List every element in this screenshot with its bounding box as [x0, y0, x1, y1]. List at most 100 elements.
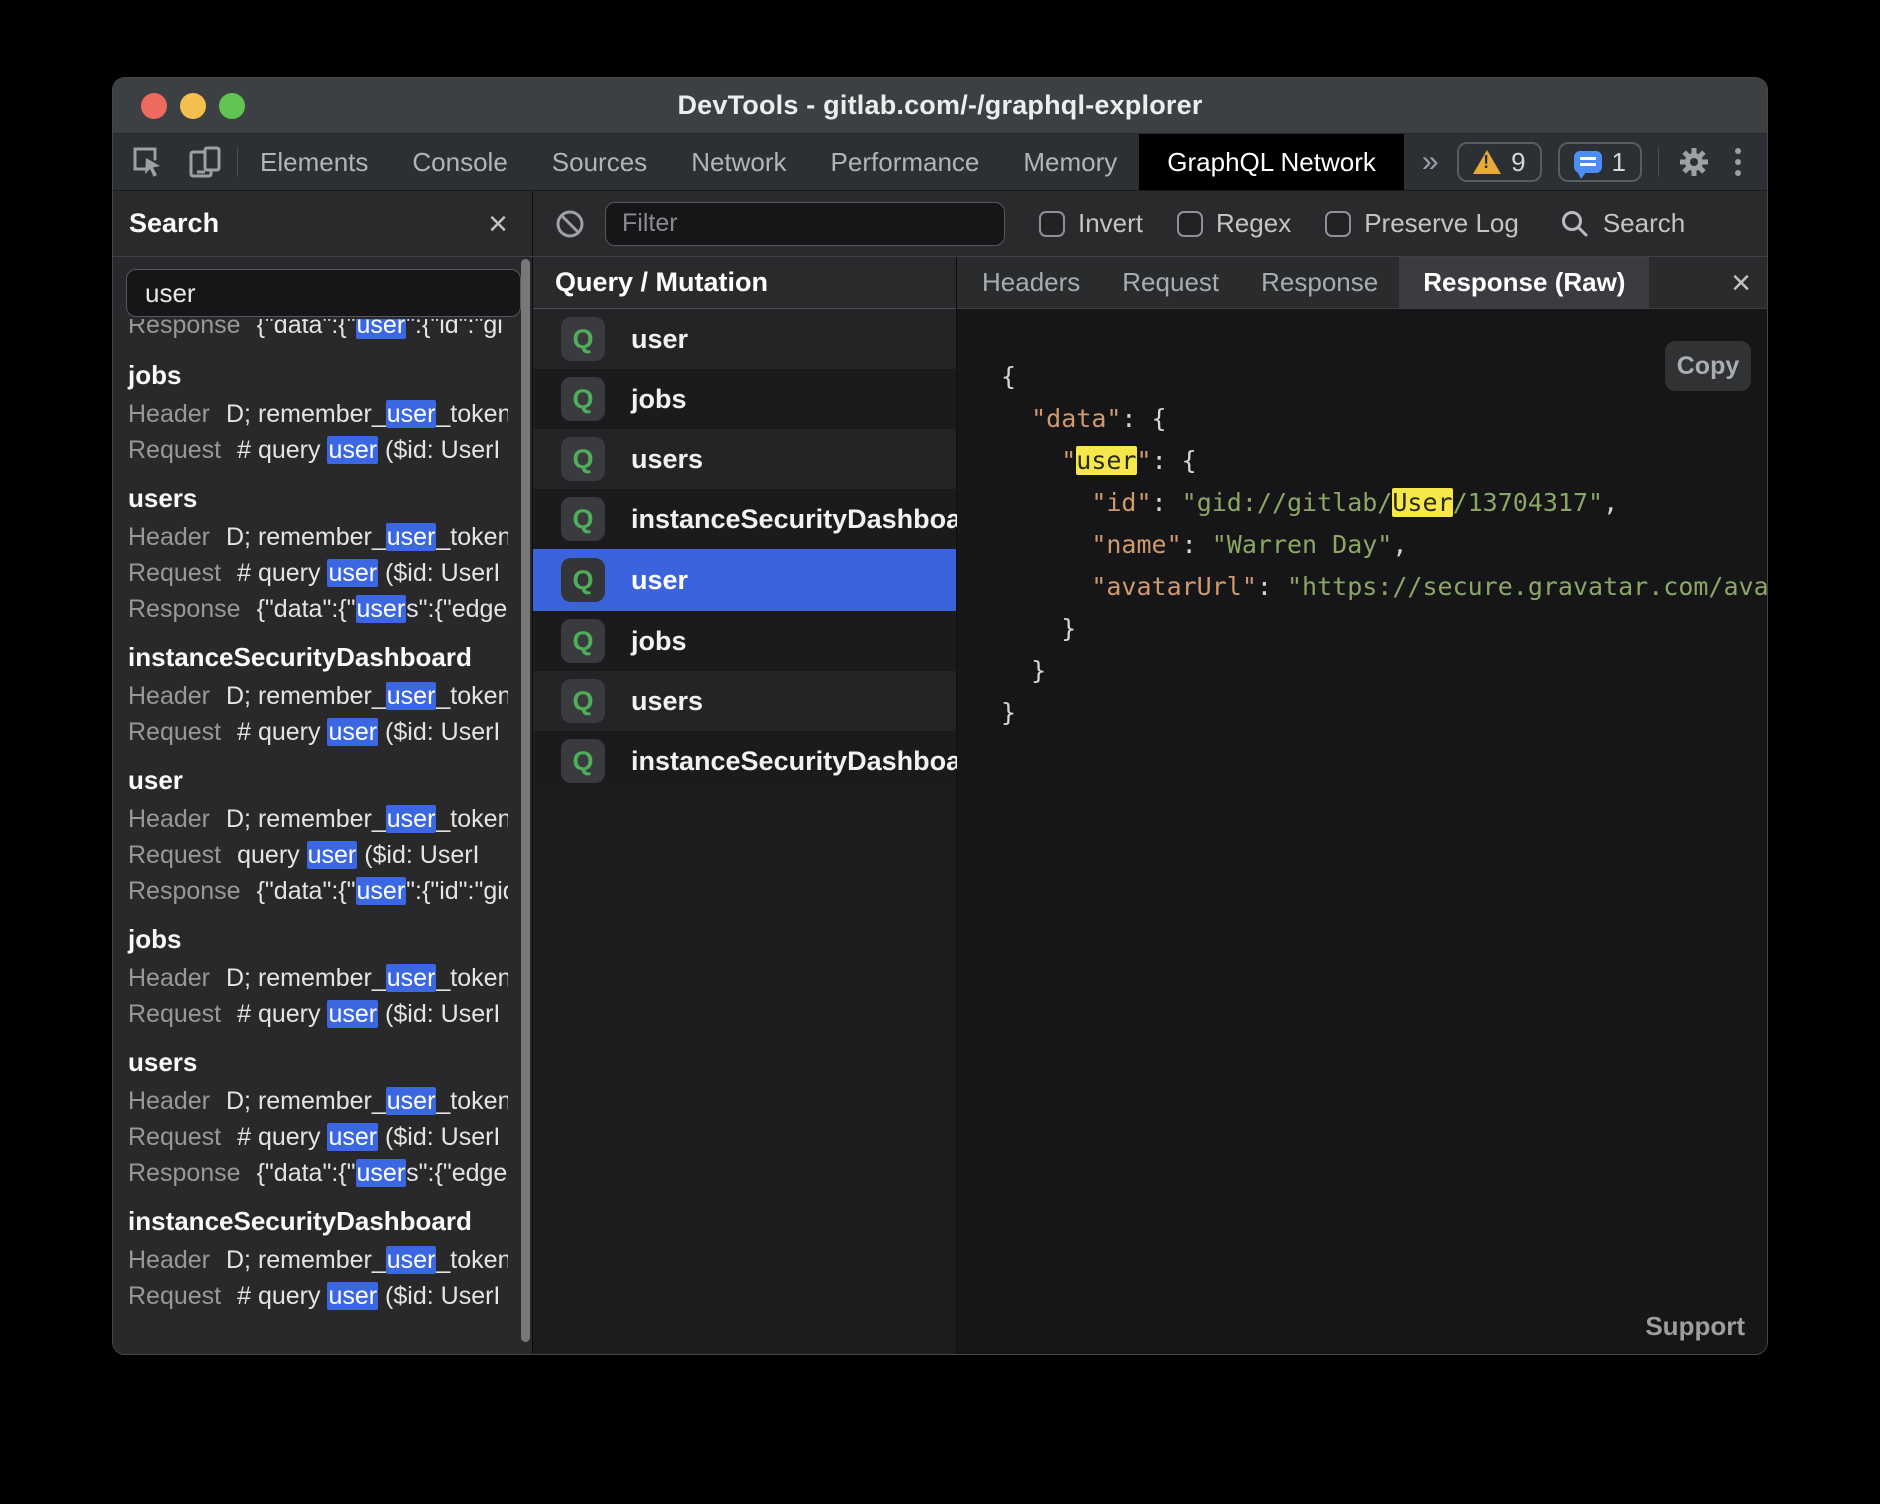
query-row-label: instanceSecurityDashboard: [631, 504, 988, 535]
tab-memory[interactable]: Memory: [1001, 134, 1139, 190]
result-line-label: Response: [128, 877, 241, 906]
tab-performance[interactable]: Performance: [809, 134, 1002, 190]
result-line[interactable]: HeaderD; remember_user_token=e: [128, 1083, 508, 1119]
query-row-label: user: [631, 324, 688, 355]
result-line[interactable]: Response {"data":{"users":{"edges: [128, 591, 508, 627]
result-line[interactable]: Response{"data":{"users":{"edges: [128, 1155, 508, 1191]
result-line[interactable]: Request# query user ($id: UserI: [128, 555, 508, 591]
window-title: DevTools - gitlab.com/-/graphql-explorer: [677, 90, 1202, 121]
warning-icon: [1473, 150, 1501, 174]
network-filter-toolbar: Invert Regex Preserve Log: [533, 191, 1767, 256]
tab-graphql-network[interactable]: GraphQL Network: [1139, 134, 1404, 190]
query-row-label: users: [631, 444, 703, 475]
query-row[interactable]: Qusers: [533, 671, 956, 731]
result-title[interactable]: jobs: [128, 355, 508, 396]
search-close-icon[interactable]: ×: [488, 207, 508, 241]
tab-response-raw[interactable]: Response (Raw): [1399, 257, 1649, 308]
more-options-icon[interactable]: [1729, 148, 1747, 176]
search-toggle-label: Search: [1603, 208, 1685, 239]
result-line[interactable]: HeaderD; remember_user_token=e: [128, 519, 508, 555]
result-section: userHeaderD; remember_user_token=eReques…: [128, 760, 508, 909]
result-line-label: Request: [128, 1123, 221, 1152]
result-line-label: Request: [128, 436, 221, 465]
settings-gear-icon[interactable]: [1675, 143, 1713, 181]
result-line-text: D; remember_user_token=e: [226, 523, 508, 552]
result-line-label: Request: [128, 559, 221, 588]
response-detail-panel: HeadersRequestResponse Response (Raw) × …: [957, 257, 1767, 1354]
query-row[interactable]: Qjobs: [533, 369, 956, 429]
tab-sources[interactable]: Sources: [530, 134, 669, 190]
result-line[interactable]: HeaderD; remember_user_token=e: [128, 801, 508, 837]
result-line-label: Response: [128, 319, 241, 340]
support-link[interactable]: Support: [1645, 1311, 1745, 1342]
json-line: {: [1001, 356, 1767, 398]
invert-checkbox[interactable]: [1039, 211, 1065, 237]
search-toggle-button[interactable]: Search: [1559, 208, 1685, 240]
query-row[interactable]: Quser: [533, 309, 956, 369]
result-line[interactable]: HeaderD; remember_user_token=e: [128, 960, 508, 996]
search-text-input[interactable]: [126, 269, 521, 317]
json-line: "name": "Warren Day",: [1001, 524, 1767, 566]
result-title[interactable]: jobs: [128, 919, 508, 960]
zoom-traffic-light[interactable]: [219, 93, 245, 119]
result-line[interactable]: Requestquery user ($id: UserI: [128, 837, 508, 873]
tab-headers[interactable]: Headers: [982, 257, 1101, 308]
result-section: instanceSecurityDashboard Header D; rememb…: [128, 637, 508, 750]
result-section: usersHeaderD; remember_user_token=eReque…: [128, 478, 508, 627]
result-line[interactable]: Request# query user ($id: UserI: [128, 1278, 508, 1314]
result-title[interactable]: instanceSecurityDashboard: [128, 637, 508, 678]
result-line[interactable]: Request# query user ($id: UserI: [128, 996, 508, 1032]
regex-checkbox[interactable]: [1177, 211, 1203, 237]
tab-elements[interactable]: Elements: [238, 134, 390, 190]
query-row[interactable]: Qjobs: [533, 611, 956, 671]
query-row-label: jobs: [631, 384, 687, 415]
result-title[interactable]: users: [128, 1042, 508, 1083]
vertical-scrollbar[interactable]: [521, 259, 530, 1342]
result-line-label: Response: [128, 595, 241, 624]
result-line-label: Header: [128, 682, 210, 711]
filter-input[interactable]: [605, 202, 1005, 246]
result-line-text: D; remember_user_token=e: [226, 682, 508, 711]
more-tabs-chevron-icon[interactable]: »: [1404, 134, 1457, 190]
result-line[interactable]: Request# query user ($id: UserI: [128, 1119, 508, 1155]
tab-request[interactable]: Request: [1101, 257, 1240, 308]
result-line[interactable]: HeaderD; remember_user_token=e: [128, 396, 508, 432]
minimize-traffic-light[interactable]: [180, 93, 206, 119]
tab-console[interactable]: Console: [390, 134, 529, 190]
query-row[interactable]: Quser: [533, 549, 956, 611]
warnings-badge[interactable]: 9: [1457, 142, 1541, 182]
result-line[interactable]: Response{"data":{"user":{"id":"gi: [128, 319, 508, 343]
tab-network[interactable]: Network: [669, 134, 808, 190]
tab-response[interactable]: Response: [1240, 257, 1399, 308]
result-line[interactable]: HeaderD; remember_user_token=e: [128, 1242, 508, 1278]
device-toolbar-icon[interactable]: [187, 144, 223, 180]
query-icon: Q: [561, 497, 605, 541]
clear-icon[interactable]: [553, 207, 587, 241]
close-traffic-light[interactable]: [141, 93, 167, 119]
preserve-log-checkbox[interactable]: [1325, 211, 1351, 237]
result-section: instanceSecurityDashboardHeaderD; rememb…: [128, 1201, 508, 1314]
query-row-label: user: [631, 565, 688, 596]
result-line[interactable]: Response{"data":{"user":{"id":"gid: [128, 873, 508, 909]
inspect-element-icon[interactable]: [131, 145, 165, 179]
result-title[interactable]: instanceSecurityDashboard: [128, 1201, 508, 1242]
result-line-label: Header: [128, 1246, 210, 1275]
query-row[interactable]: Qusers: [533, 429, 956, 489]
result-line-text: query user ($id: UserI: [237, 841, 479, 870]
issues-badge[interactable]: 1: [1558, 142, 1642, 182]
result-line[interactable]: Header D; remember_user_token=e: [128, 678, 508, 714]
secondary-toolbar: Search × Invert Regex: [113, 191, 1767, 257]
query-row[interactable]: QinstanceSecurityDashboard: [533, 731, 956, 791]
result-line[interactable]: Request# query user ($id: UserI: [128, 432, 508, 468]
query-icon: Q: [561, 619, 605, 663]
screenshot: DevTools - gitlab.com/-/graphql-explorer: [0, 0, 1880, 1504]
result-title[interactable]: users: [128, 478, 508, 519]
result-line[interactable]: Request# query user ($id: UserI: [128, 714, 508, 750]
result-title[interactable]: user: [128, 760, 508, 801]
json-line: "id": "gid://gitlab/User/13704317",: [1001, 482, 1767, 524]
detail-close-icon[interactable]: ×: [1731, 266, 1751, 300]
query-row[interactable]: QinstanceSecurityDashboard: [533, 489, 956, 549]
message-icon: [1574, 151, 1602, 173]
result-line-text: {"data":{"users":{"edges: [257, 595, 508, 624]
panel-tabs: ElementsConsoleSourcesNetworkPerformance…: [238, 134, 1139, 190]
